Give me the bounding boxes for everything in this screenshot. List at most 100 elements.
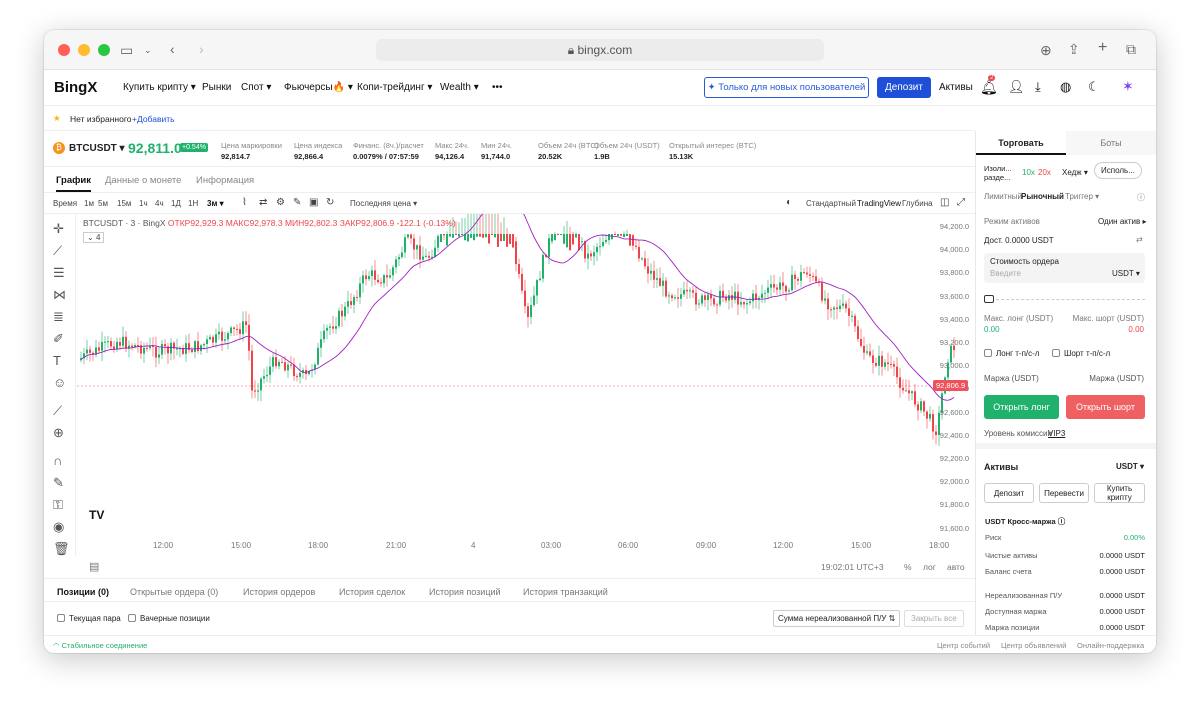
download-icon[interactable]: ⊕ — [1040, 43, 1052, 57]
interval-1h[interactable]: 1ч — [139, 199, 148, 208]
nav-copy-trading[interactable]: Копи-трейдинг ▾ — [357, 82, 432, 93]
tabs-icon[interactable]: ⧉ — [1126, 42, 1136, 56]
new-tab-icon[interactable]: + — [1098, 40, 1107, 56]
assets-unit-select[interactable]: USDT ▾ — [1116, 462, 1144, 471]
ruler-icon[interactable]: ⟋ — [53, 404, 62, 417]
tab-bots[interactable]: Боты — [1066, 131, 1156, 155]
address-bar[interactable]: 🔒︎ bingx.com — [376, 39, 824, 61]
close-dot[interactable] — [58, 44, 70, 56]
draw-icon[interactable]: ✎ — [293, 197, 301, 208]
view-standard[interactable]: Стандартный — [806, 199, 856, 208]
slider-handle[interactable] — [984, 295, 994, 303]
log-toggle[interactable]: лог — [923, 562, 936, 572]
tpsl-long-checkbox[interactable]: Лонг т-п/с-л — [984, 349, 1039, 358]
forward-icon[interactable]: › — [199, 42, 204, 56]
interval-1d[interactable]: 1Д — [171, 199, 181, 208]
tab-order-history[interactable]: История ордеров — [243, 587, 315, 597]
hedge-mode[interactable]: Хедж ▾ — [1062, 168, 1088, 177]
chevron-down-icon[interactable]: ⌄ — [144, 43, 152, 57]
view-depth[interactable]: Глубина — [902, 199, 933, 208]
panel-deposit-button[interactable]: Депозит — [984, 483, 1034, 503]
info-icon[interactable]: ⓘ — [1137, 192, 1145, 203]
nav-spot[interactable]: Спот ▾ — [241, 82, 271, 93]
tab-position-history[interactable]: История позиций — [429, 587, 501, 597]
close-all-button[interactable]: Закрыть все — [904, 610, 964, 627]
margin-mode[interactable]: Изоли... разде... — [984, 164, 1016, 182]
percent-toggle[interactable]: % — [904, 562, 912, 572]
interval-15m[interactable]: 15м — [117, 199, 131, 208]
tab-info[interactable]: Информация — [196, 175, 254, 186]
tpsl-short-checkbox[interactable]: Шорт т-п/с-л — [1052, 349, 1110, 358]
zoom-dot[interactable] — [98, 44, 110, 56]
order-cost-unit[interactable]: USDT ▾ — [1112, 269, 1140, 278]
interval-1m[interactable]: 1м — [84, 199, 94, 208]
nav-buy-crypto[interactable]: Купить крипту ▾ — [123, 82, 196, 93]
tab-positions[interactable]: Позиции (0) — [57, 587, 109, 597]
interval-5m[interactable]: 5м — [98, 199, 108, 208]
events-link[interactable]: Центр событий — [937, 641, 990, 650]
bingx-logo[interactable]: BingX — [54, 79, 97, 96]
new-users-button[interactable]: ✦ Только для новых пользователей — [704, 77, 869, 98]
back-icon[interactable]: ‹ — [170, 42, 175, 56]
window-controls[interactable] — [58, 44, 110, 56]
emoji-icon[interactable]: ☺ — [53, 376, 66, 389]
fullscreen-icon[interactable]: ⤢ — [957, 197, 965, 208]
profile-icon[interactable]: ✶ — [1122, 78, 1134, 95]
brush-icon[interactable]: ✐ — [53, 332, 64, 345]
open-long-button[interactable]: Открыть лонг — [984, 395, 1059, 419]
tab-trade[interactable]: Торговать — [976, 131, 1066, 155]
layout-icon[interactable]: ◫ — [940, 197, 949, 208]
amount-slider[interactable] — [984, 295, 1145, 305]
share-icon[interactable]: ⇪ — [1068, 42, 1080, 56]
assets-link[interactable]: Активы — [939, 82, 973, 93]
tab-transaction-history[interactable]: История транзакций — [523, 587, 608, 597]
nav-futures[interactable]: Фьючерсы🔥 ▾ — [284, 82, 353, 93]
interval-1w[interactable]: 1Н — [188, 199, 198, 208]
interval-4h[interactable]: 4ч — [155, 199, 164, 208]
tab-coin-data[interactable]: Данные о монете — [105, 175, 181, 186]
moon-icon[interactable]: ☾ — [1088, 79, 1100, 95]
calendar-icon[interactable]: ▤ — [89, 560, 99, 573]
order-cost-input[interactable]: Стоимость ордера Введите USDT ▾ — [984, 253, 1145, 283]
add-favorite-link[interactable]: +Добавить — [132, 114, 175, 124]
compare-icon[interactable]: ⇄ — [259, 197, 267, 208]
view-tradingview[interactable]: TradingView — [857, 199, 901, 208]
settings-icon[interactable]: ⚙ — [276, 197, 285, 208]
order-type-limit[interactable]: Лимитный — [984, 192, 1022, 201]
download-app-icon[interactable]: ⤓ — [1035, 79, 1041, 95]
pencil-lock-icon[interactable]: ✎ — [53, 476, 64, 489]
auto-toggle[interactable]: авто — [947, 562, 965, 572]
leverage-short[interactable]: 20x — [1038, 168, 1051, 177]
asset-mode-value[interactable]: Один актив ▸ — [1098, 217, 1146, 226]
eye-icon[interactable]: ◉ — [53, 520, 64, 533]
text-icon[interactable]: T — [53, 354, 61, 367]
tab-trade-history[interactable]: История сделок — [339, 587, 405, 597]
last-price-select[interactable]: Последняя цена ▾ — [350, 199, 417, 208]
nav-more[interactable]: ••• — [492, 82, 503, 93]
leverage-long[interactable]: 10x — [1022, 168, 1035, 177]
deposit-button[interactable]: Депозит — [877, 77, 931, 98]
magnet-icon[interactable]: ∩ — [53, 454, 62, 467]
current-pair-checkbox[interactable]: Текущая пара — [57, 614, 121, 623]
night-icon[interactable]: ◐ — [786, 197, 792, 208]
use-button[interactable]: Исполь... — [1094, 162, 1142, 179]
bell-icon[interactable]: 🔔︎ — [980, 79, 998, 96]
announcements-link[interactable]: Центр объявлений — [1001, 641, 1066, 650]
horizontal-lines-icon[interactable]: ☰ — [53, 266, 65, 279]
pattern-icon[interactable]: ⋈ — [53, 288, 66, 301]
tab-chart[interactable]: График — [56, 175, 92, 192]
panel-buy-crypto-button[interactable]: Купить крипту — [1094, 483, 1145, 503]
camera-icon[interactable]: ▣ — [309, 197, 318, 208]
zoom-in-icon[interactable]: ⊕ — [53, 426, 64, 439]
support-link[interactable]: Онлайн-поддержка — [1077, 641, 1144, 650]
symbol-selector[interactable]: BTCUSDT ▾ — [69, 143, 125, 154]
vip-level[interactable]: VIP3 — [1048, 429, 1065, 438]
trendline-icon[interactable]: ⟋ — [53, 244, 62, 257]
reset-icon[interactable]: ↻ — [326, 197, 334, 208]
user-icon[interactable]: 👤︎ — [1008, 79, 1025, 95]
order-type-trigger[interactable]: Триггер ▾ — [1065, 192, 1099, 201]
interval-active[interactable]: 3м ▾ — [207, 199, 224, 208]
globe-icon[interactable]: ◍ — [1060, 79, 1071, 95]
lock-drawings-icon[interactable]: ⚿ — [53, 498, 63, 511]
sidebar-icon[interactable]: ▭ — [120, 43, 133, 57]
